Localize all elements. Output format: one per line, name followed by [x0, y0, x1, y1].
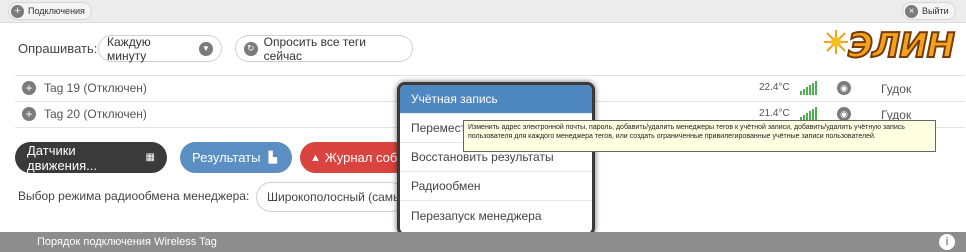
info-icon[interactable]: i — [939, 234, 955, 250]
refresh-icon: ↻ — [244, 41, 258, 56]
radio-mode-value: Широкополосный (самый — [267, 190, 406, 204]
grid-icon: ▦ — [145, 152, 155, 163]
menu-item-radio[interactable]: Радиообмен — [400, 172, 592, 201]
top-bar — [0, 0, 966, 23]
chart-icon: ▙ — [268, 152, 277, 164]
logout-label: Выйти — [922, 6, 949, 16]
account-tooltip: Изменить адрес электронной почты, пароль… — [463, 120, 936, 152]
plus-icon: + — [11, 4, 24, 18]
footer-bar: Порядок подключения Wireless Tag i — [0, 232, 966, 252]
motion-sensors-button[interactable]: Датчики движения... ▦ — [15, 142, 167, 173]
expand-icon[interactable]: + — [22, 107, 36, 121]
logout-button[interactable]: × Выйти — [902, 2, 956, 20]
tag-temperature: 21.4°C — [759, 108, 790, 119]
logo-text: ЭЛИН — [847, 25, 956, 67]
connections-label: Подключения — [28, 6, 85, 16]
chevron-down-icon: ▼ — [199, 41, 213, 56]
results-label: Результаты — [192, 150, 261, 165]
signal-icon — [800, 81, 817, 95]
radio-mode-select[interactable]: Широкополосный (самый — [256, 182, 406, 212]
options-icon[interactable]: ◉ — [837, 107, 851, 121]
radio-mode-label: Выбор режима радиообмена менеджера: — [18, 189, 250, 203]
signal-icon — [800, 107, 817, 121]
poll-interval-dropdown[interactable]: Каждую минуту ▼ — [98, 34, 222, 63]
options-icon[interactable]: ◉ — [837, 81, 851, 95]
close-icon: × — [905, 4, 918, 18]
warning-icon: ▲ — [310, 151, 321, 164]
results-button[interactable]: Результаты ▙ — [180, 142, 292, 173]
connections-button[interactable]: + Подключения — [8, 2, 92, 20]
menu-item-restart-manager[interactable]: Перезапуск менеджера — [400, 201, 592, 230]
elin-logo: ЭЛИН — [822, 24, 962, 70]
poll-all-label: Опросить все теги сейчас — [263, 34, 366, 63]
expand-icon[interactable]: + — [22, 81, 36, 95]
account-menu: Учётная запись Переместить Восстановить … — [397, 82, 595, 236]
motion-sensors-label: Датчики движения... — [27, 142, 97, 173]
footer-text[interactable]: Порядок подключения Wireless Tag — [37, 236, 217, 248]
poll-interval-value: Каждую минуту — [107, 34, 151, 63]
poll-all-button[interactable]: ↻ Опросить все теги сейчас — [235, 34, 413, 63]
beep-button[interactable]: Гудок — [881, 82, 911, 96]
tag-temperature: 22.4°C — [759, 82, 790, 93]
tag-name: Tag 19 (Отключен) — [44, 81, 147, 95]
tag-name: Tag 20 (Отключен) — [44, 107, 147, 121]
menu-item-account[interactable]: Учётная запись — [400, 85, 592, 114]
poll-label: Опрашивать: — [18, 41, 98, 56]
event-log-button[interactable]: ▲ Журнал событий — [300, 142, 410, 173]
